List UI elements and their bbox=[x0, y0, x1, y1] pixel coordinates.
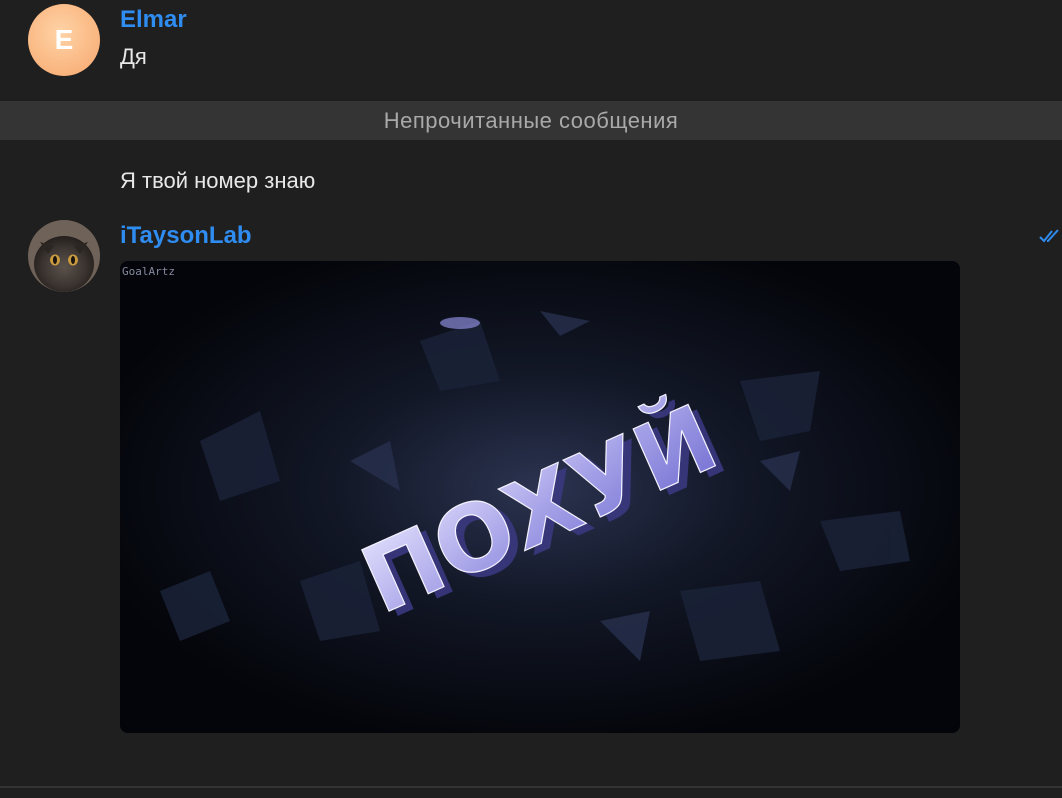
message-text: Дя bbox=[120, 44, 147, 69]
gif-attachment[interactable]: ПОХУЙ ПОХУЙ GoalArtz bbox=[120, 261, 960, 733]
avatar-itaysonlab[interactable] bbox=[28, 220, 100, 292]
sender-name-elmar[interactable]: Elmar bbox=[120, 6, 187, 34]
gif-watermark: GoalArtz bbox=[122, 265, 175, 278]
message-text-continuation: Я твой номер знаю bbox=[120, 168, 316, 193]
avatar-elmar[interactable]: E bbox=[28, 4, 100, 76]
chat-window: E Elmar Дя Непрочитанные сообщения Я тво… bbox=[0, 0, 1062, 798]
unread-messages-divider: Непрочитанные сообщения bbox=[0, 101, 1062, 140]
unread-divider-label: Непрочитанные сообщения bbox=[383, 107, 679, 133]
gif-preview: ПОХУЙ ПОХУЙ bbox=[120, 261, 960, 733]
avatar-letter: E bbox=[54, 24, 74, 55]
double-check-icon bbox=[1039, 229, 1059, 243]
cat-avatar-icon bbox=[28, 220, 100, 292]
divider-line bbox=[0, 786, 1062, 788]
sender-name-itaysonlab[interactable]: iTaysonLab bbox=[120, 222, 252, 250]
